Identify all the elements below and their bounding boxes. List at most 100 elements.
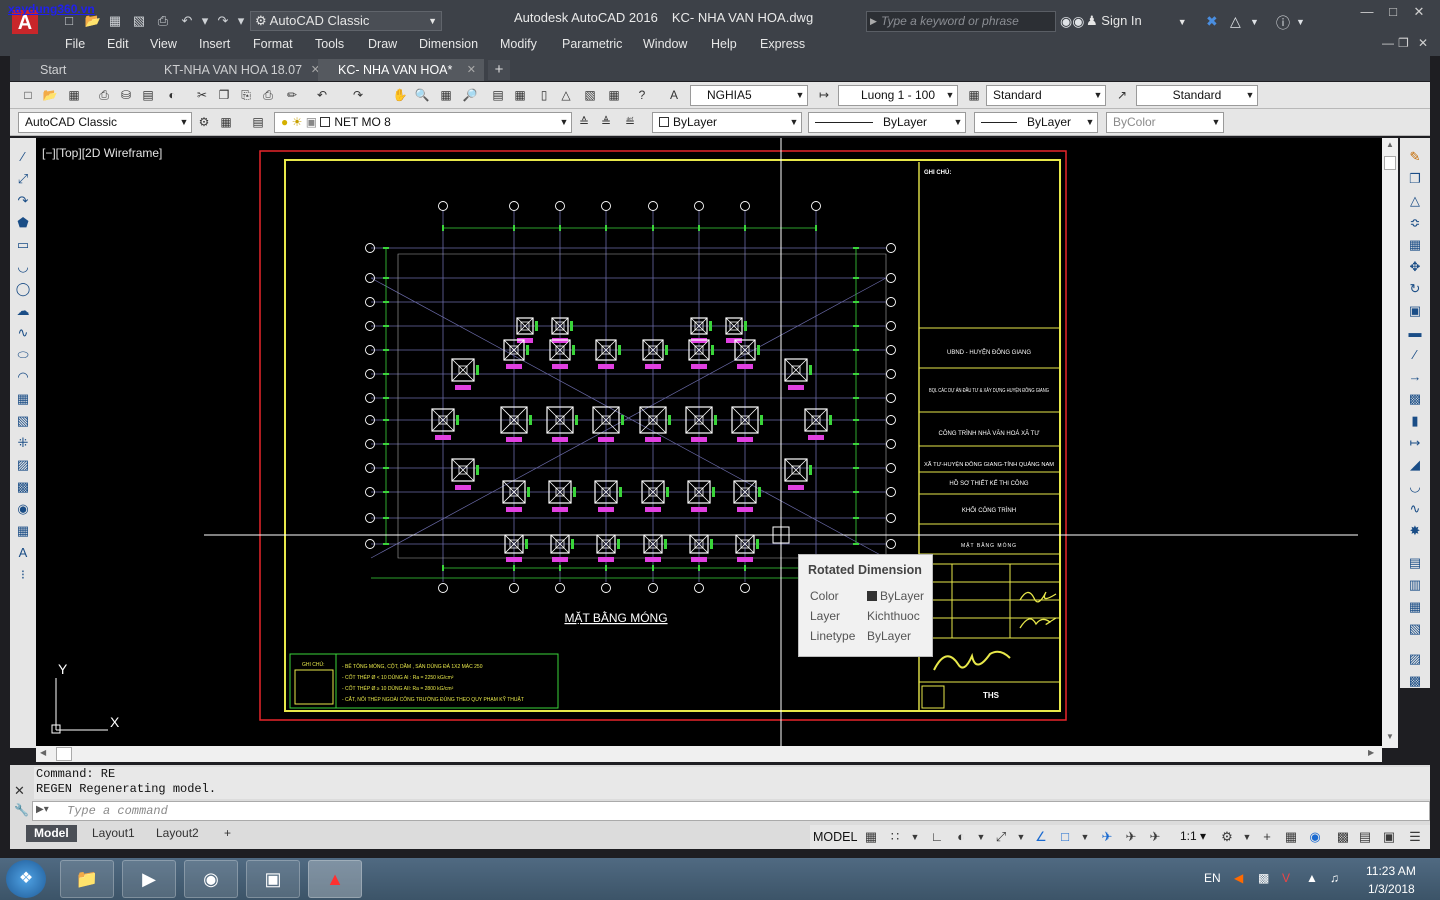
object-snap-icon[interactable]: □ bbox=[1056, 828, 1074, 846]
gradient-icon[interactable]: ▩ bbox=[14, 478, 32, 496]
close-icon[interactable]: ✕ bbox=[14, 783, 25, 799]
speaker-alert-icon[interactable]: ◀ bbox=[1234, 871, 1243, 885]
array-icon[interactable]: ▦ bbox=[1406, 236, 1424, 254]
trim-icon[interactable]: ∕ bbox=[1406, 346, 1424, 364]
wrench-icon[interactable]: 🔧 bbox=[14, 803, 29, 817]
fillet-icon[interactable]: ◡ bbox=[1406, 478, 1424, 496]
a360-icon[interactable]: △ bbox=[1230, 13, 1241, 30]
zoom-realtime-icon[interactable]: 🔍 bbox=[414, 87, 430, 103]
rotate-icon[interactable]: ↻ bbox=[1406, 280, 1424, 298]
table-style-icon[interactable]: ▦ bbox=[966, 87, 982, 103]
tab-start[interactable]: Start bbox=[20, 59, 160, 81]
chevron-down-icon[interactable]: ▼ bbox=[972, 828, 990, 846]
polyline-icon[interactable]: ↷ bbox=[14, 192, 32, 210]
arc-icon[interactable]: ◡ bbox=[14, 258, 32, 276]
add-layout-button[interactable]: + bbox=[216, 825, 239, 842]
horizontal-scrollbar[interactable]: ◀ ▶ bbox=[36, 746, 1382, 762]
snap-icon[interactable]: ∷ bbox=[886, 828, 904, 846]
auto-scale-icon[interactable]: ✈ bbox=[1122, 828, 1140, 846]
saveas-icon[interactable]: ▧ bbox=[130, 12, 148, 30]
qnew-icon[interactable]: □ bbox=[60, 12, 78, 30]
menu-format[interactable]: Format bbox=[253, 37, 293, 51]
layer-states-icon[interactable]: ≝ bbox=[622, 114, 638, 130]
mleader-style-select[interactable]: Standard ▼ bbox=[1136, 85, 1258, 106]
sheet-set-icon[interactable]: △ bbox=[558, 87, 574, 103]
chevron-down-icon[interactable]: ▼ bbox=[1296, 17, 1305, 27]
gear-icon[interactable]: ⚙ bbox=[1218, 828, 1236, 846]
offset-icon[interactable]: ≎ bbox=[1406, 214, 1424, 232]
explode-icon[interactable]: ✸ bbox=[1406, 522, 1424, 540]
plot-icon[interactable]: ⎙ bbox=[154, 12, 172, 30]
design-center-icon[interactable]: ▦ bbox=[512, 87, 528, 103]
cut-icon[interactable]: ✂ bbox=[194, 87, 210, 103]
point-icon[interactable]: ⁜ bbox=[14, 434, 32, 452]
menu-file[interactable]: File bbox=[65, 37, 85, 51]
qnew-icon[interactable]: □ bbox=[20, 87, 36, 103]
scale-icon[interactable]: ▣ bbox=[1406, 302, 1424, 320]
dim-style-select[interactable]: Luong 1 - 100 ▼ bbox=[838, 85, 958, 106]
chevron-down-icon[interactable]: ▼ bbox=[1238, 828, 1256, 846]
close-icon[interactable]: ✕ bbox=[467, 59, 476, 81]
plot-icon[interactable]: ⎙ bbox=[96, 87, 112, 103]
scroll-up-icon[interactable]: ▲ bbox=[1382, 140, 1398, 149]
spline-icon[interactable]: ∿ bbox=[14, 324, 32, 342]
polygon-icon[interactable]: ⬟ bbox=[14, 214, 32, 232]
annotation-visibility-icon[interactable]: ✈ bbox=[1098, 828, 1116, 846]
maximize-icon[interactable]: □ bbox=[1380, 2, 1406, 22]
bring-to-front-icon[interactable]: ▥ bbox=[1406, 576, 1424, 594]
layer-select[interactable]: ● ☀ ▣ NET MO 8 ▼ bbox=[274, 112, 572, 133]
zoom-previous-icon[interactable]: 🔎 bbox=[462, 87, 478, 103]
start-button[interactable]: ❖ bbox=[6, 860, 46, 898]
command-input[interactable]: Type a command bbox=[32, 801, 1430, 821]
plot-preview-icon[interactable]: ⛁ bbox=[118, 87, 134, 103]
chrome-icon[interactable]: ◉ bbox=[184, 860, 238, 898]
insert-block-icon[interactable]: ▦ bbox=[14, 390, 32, 408]
scroll-down-icon[interactable]: ▼ bbox=[1382, 732, 1398, 741]
bring-above-icon[interactable]: ▧ bbox=[1406, 620, 1424, 638]
chevron-down-icon[interactable]: ▼ bbox=[906, 828, 924, 846]
isolate-objects-icon[interactable]: ▩ bbox=[1334, 828, 1352, 846]
menu-help[interactable]: Help bbox=[711, 37, 737, 51]
scroll-right-icon[interactable]: ▶ bbox=[1368, 748, 1374, 757]
exchange-apps-icon[interactable]: ✖ bbox=[1206, 13, 1218, 30]
extend-icon[interactable]: → bbox=[1406, 368, 1424, 386]
graphics-icon[interactable]: ▤ bbox=[1356, 828, 1374, 846]
menu-express[interactable]: Express bbox=[760, 37, 805, 51]
redo-dropdown-icon[interactable]: ▾ bbox=[232, 12, 250, 30]
multiline-text-icon[interactable]: A bbox=[14, 544, 32, 562]
join-icon[interactable]: ↦ bbox=[1406, 434, 1424, 452]
doc-restore-icon[interactable]: ❐ bbox=[1398, 36, 1409, 50]
ellipse-arc-icon[interactable]: ◠ bbox=[14, 368, 32, 386]
ortho-icon[interactable]: ∟ bbox=[928, 828, 946, 846]
search-input[interactable]: ▶ Type a keyword or phrase bbox=[866, 11, 1056, 32]
chevron-down-icon[interactable]: ▼ bbox=[1250, 17, 1259, 27]
scroll-left-icon[interactable]: ◀ bbox=[40, 748, 46, 757]
customize-menu-icon[interactable]: ☰ bbox=[1406, 828, 1424, 846]
tool-palettes-icon[interactable]: ▯ bbox=[536, 87, 552, 103]
draw-order-icon[interactable]: ▤ bbox=[1406, 554, 1424, 572]
menu-edit[interactable]: Edit bbox=[107, 37, 129, 51]
scroll-thumb[interactable] bbox=[56, 747, 72, 761]
workspace-select[interactable]: ⚙ AutoCAD Classic ▼ bbox=[250, 11, 442, 31]
table-style-select[interactable]: Standard ▼ bbox=[986, 85, 1106, 106]
autocad-taskbar-icon[interactable]: ▲ bbox=[308, 860, 362, 898]
rectangle-icon[interactable]: ▭ bbox=[14, 236, 32, 254]
markup-icon[interactable]: ▧ bbox=[582, 87, 598, 103]
linetype-select[interactable]: ByLayer ▼ bbox=[808, 112, 966, 133]
region-icon[interactable]: ◉ bbox=[14, 500, 32, 518]
annotation-scale-icon[interactable]: ✈ bbox=[1146, 828, 1164, 846]
menu-parametric[interactable]: Parametric bbox=[562, 37, 622, 51]
revision-cloud-icon[interactable]: ☁ bbox=[14, 302, 32, 320]
layer-properties-icon[interactable]: ▤ bbox=[250, 114, 266, 130]
clock-date[interactable]: 1/3/2018 bbox=[1368, 882, 1415, 896]
text-style-icon[interactable]: A bbox=[666, 87, 682, 103]
workspace-settings-icon[interactable]: ▦ bbox=[218, 114, 234, 130]
circle-icon[interactable]: ◯ bbox=[14, 280, 32, 298]
send-to-back-icon[interactable]: ▦ bbox=[1406, 598, 1424, 616]
scroll-thumb[interactable] bbox=[1384, 156, 1396, 170]
construction-line-icon[interactable]: ⤢ bbox=[14, 170, 32, 188]
save-icon[interactable]: ▦ bbox=[66, 87, 82, 103]
mirror-icon[interactable]: △ bbox=[1406, 192, 1424, 210]
text-style-select[interactable]: NGHIA5 ▼ bbox=[690, 85, 808, 106]
close-icon[interactable]: ✕ bbox=[1406, 2, 1432, 22]
